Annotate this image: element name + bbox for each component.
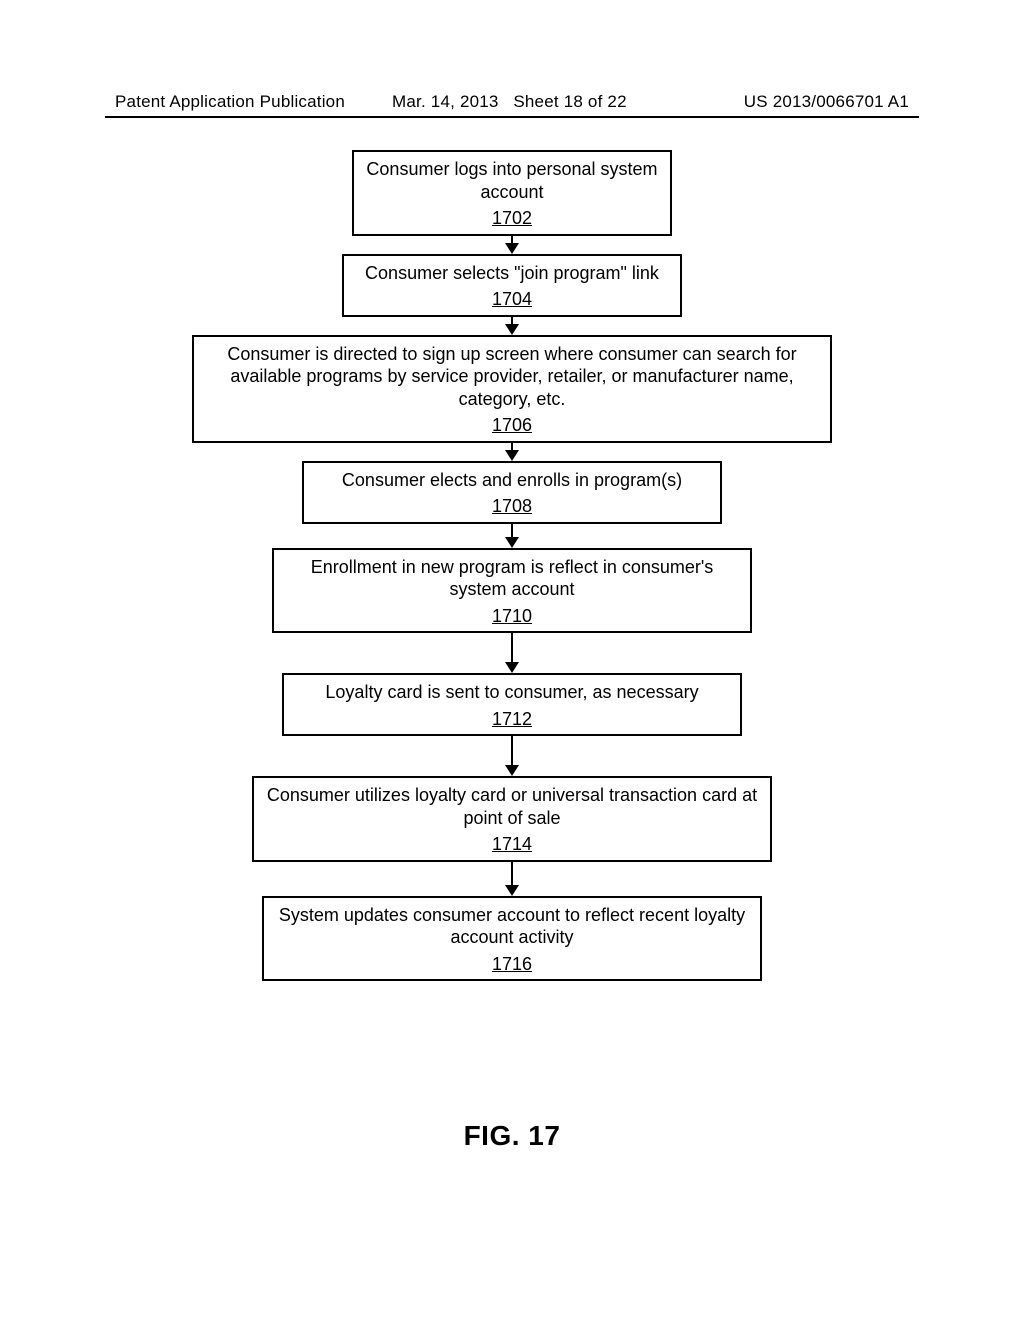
- arrow-shaft: [511, 633, 514, 663]
- flow-step-text: Consumer logs into personal system accou…: [364, 158, 660, 203]
- flow-step-1708: Consumer elects and enrolls in program(s…: [302, 461, 722, 524]
- flow-step-ref: 1704: [492, 288, 532, 311]
- flow-step-1702: Consumer logs into personal system accou…: [352, 150, 672, 236]
- arrow-head-icon: [505, 324, 519, 335]
- flow-step-ref: 1710: [492, 605, 532, 628]
- arrow-head-icon: [505, 662, 519, 673]
- arrow-shaft: [511, 736, 514, 766]
- header-sheet: Sheet 18 of 22: [513, 92, 626, 111]
- flow-step-1712: Loyalty card is sent to consumer, as nec…: [282, 673, 742, 736]
- flow-arrow: [505, 524, 519, 548]
- header-publication: Patent Application Publication: [115, 92, 345, 112]
- flow-arrow: [505, 443, 519, 461]
- flow-step-ref: 1708: [492, 495, 532, 518]
- flow-arrow: [505, 862, 519, 896]
- flow-step-text: Enrollment in new program is reflect in …: [284, 556, 740, 601]
- flow-step-text: Consumer is directed to sign up screen w…: [204, 343, 820, 411]
- flow-arrow: [505, 736, 519, 776]
- flow-step-1710: Enrollment in new program is reflect in …: [272, 548, 752, 634]
- flow-arrow: [505, 236, 519, 254]
- flow-step-text: Consumer selects "join program" link: [365, 262, 659, 285]
- arrow-head-icon: [505, 765, 519, 776]
- arrow-head-icon: [505, 885, 519, 896]
- flow-step-text: Consumer elects and enrolls in program(s…: [342, 469, 682, 492]
- arrow-shaft: [511, 524, 514, 538]
- flow-step-ref: 1714: [492, 833, 532, 856]
- figure-label: FIG. 17: [0, 1120, 1024, 1152]
- flow-arrow: [505, 317, 519, 335]
- flow-step-1704: Consumer selects "join program" link 170…: [342, 254, 682, 317]
- arrow-head-icon: [505, 450, 519, 461]
- flow-step-1716: System updates consumer account to refle…: [262, 896, 762, 982]
- flow-step-1714: Consumer utilizes loyalty card or univer…: [252, 776, 772, 862]
- header-rule: [105, 116, 919, 118]
- flow-step-ref: 1716: [492, 953, 532, 976]
- patent-page: Patent Application Publication Mar. 14, …: [0, 0, 1024, 1320]
- flow-step-ref: 1706: [492, 414, 532, 437]
- header-pubnumber: US 2013/0066701 A1: [744, 92, 909, 112]
- flow-step-text: Loyalty card is sent to consumer, as nec…: [325, 681, 698, 704]
- flow-step-text: Consumer utilizes loyalty card or univer…: [264, 784, 760, 829]
- flow-step-text: System updates consumer account to refle…: [274, 904, 750, 949]
- flow-step-ref: 1702: [492, 207, 532, 230]
- flow-step-1706: Consumer is directed to sign up screen w…: [192, 335, 832, 443]
- arrow-head-icon: [505, 537, 519, 548]
- header-date-sheet: Mar. 14, 2013 Sheet 18 of 22: [392, 92, 627, 112]
- flow-step-ref: 1712: [492, 708, 532, 731]
- header-date: Mar. 14, 2013: [392, 92, 499, 111]
- flowchart: Consumer logs into personal system accou…: [0, 150, 1024, 981]
- arrow-shaft: [511, 862, 514, 886]
- arrow-head-icon: [505, 243, 519, 254]
- flow-arrow: [505, 633, 519, 673]
